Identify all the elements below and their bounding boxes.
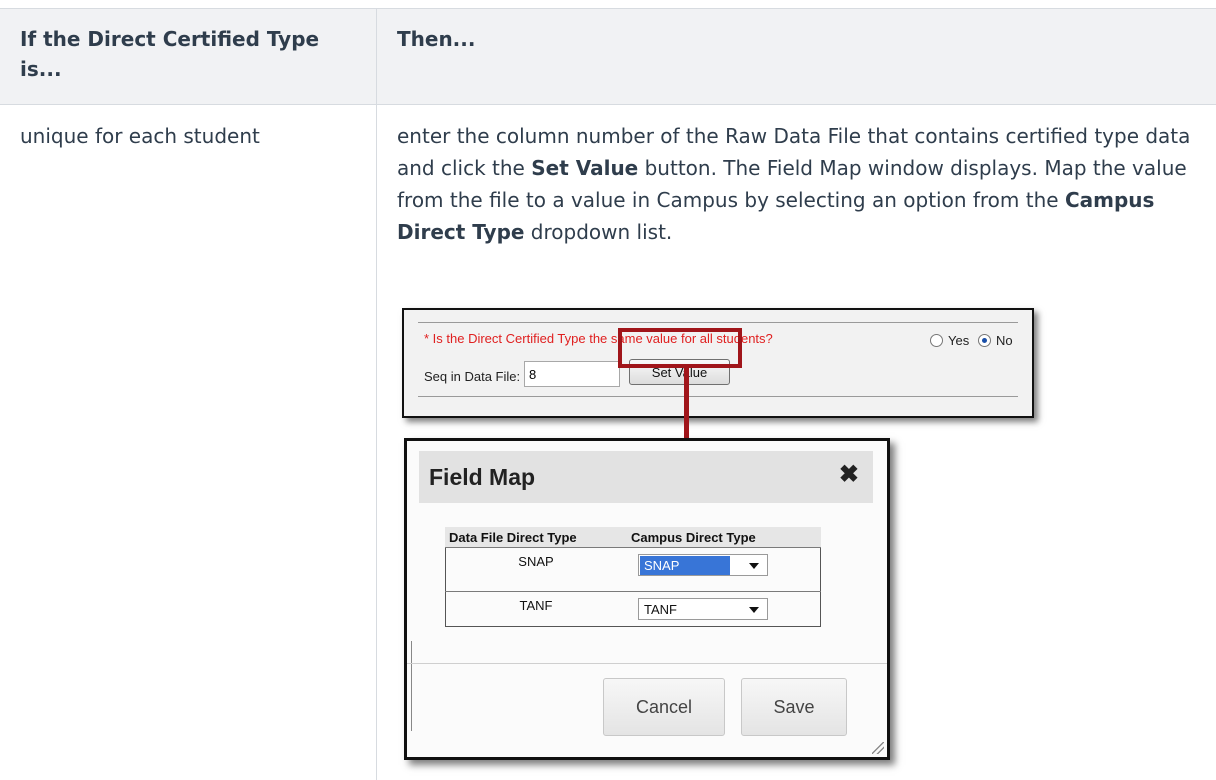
row-result: enter the column number of the Raw Data … <box>397 124 1191 244</box>
yes-label: Yes <box>948 333 970 348</box>
cancel-button[interactable]: Cancel <box>603 678 725 736</box>
dialog-title: Field Map <box>429 464 536 490</box>
row-condition: unique for each student <box>20 124 260 148</box>
data-file-type-cell: TANF <box>445 591 627 635</box>
data-file-type-cell: SNAP <box>445 547 627 592</box>
set-value-highlight-box <box>618 328 742 368</box>
panel-divider-top <box>418 322 1018 323</box>
col-campus-direct-type: Campus Direct Type <box>627 527 821 548</box>
chevron-down-icon <box>749 563 759 569</box>
field-map-dialog: Field Map ✖ Data File Direct Type Campus… <box>404 438 890 760</box>
dialog-left-rule <box>411 641 412 731</box>
header-result: Then... <box>397 27 476 51</box>
seq-in-data-file-label: Seq in Data File: <box>424 369 521 384</box>
save-button[interactable]: Save <box>741 678 847 736</box>
header-condition: If the Direct Certified Type is... <box>20 27 320 81</box>
campus-type-cell: TANF <box>627 591 821 635</box>
no-radio[interactable] <box>978 334 991 347</box>
select-value: TANF <box>644 602 677 617</box>
yes-radio[interactable] <box>930 334 943 347</box>
resize-grip-icon[interactable] <box>872 742 884 754</box>
campus-direct-type-select[interactable]: SNAP <box>638 554 768 576</box>
seq-in-data-file-input[interactable] <box>524 361 620 387</box>
close-icon[interactable]: ✖ <box>839 460 859 489</box>
chevron-down-icon <box>749 607 759 613</box>
col-data-file-direct-type: Data File Direct Type <box>445 527 627 548</box>
campus-type-cell: SNAP <box>627 547 821 592</box>
column-divider <box>376 8 377 780</box>
no-label: No <box>996 333 1013 348</box>
panel-divider-bottom <box>418 396 1018 397</box>
table-row: TANF TANF <box>445 591 821 635</box>
table-row: SNAP SNAP <box>445 547 821 592</box>
campus-direct-type-select[interactable]: TANF <box>638 598 768 620</box>
dialog-footer-divider <box>407 663 887 664</box>
set-value-term: Set Value <box>531 156 639 180</box>
field-map-table: Data File Direct Type Campus Direct Type… <box>445 527 821 635</box>
dialog-title-bar: Field Map ✖ <box>419 451 873 503</box>
select-value: SNAP <box>640 556 730 575</box>
